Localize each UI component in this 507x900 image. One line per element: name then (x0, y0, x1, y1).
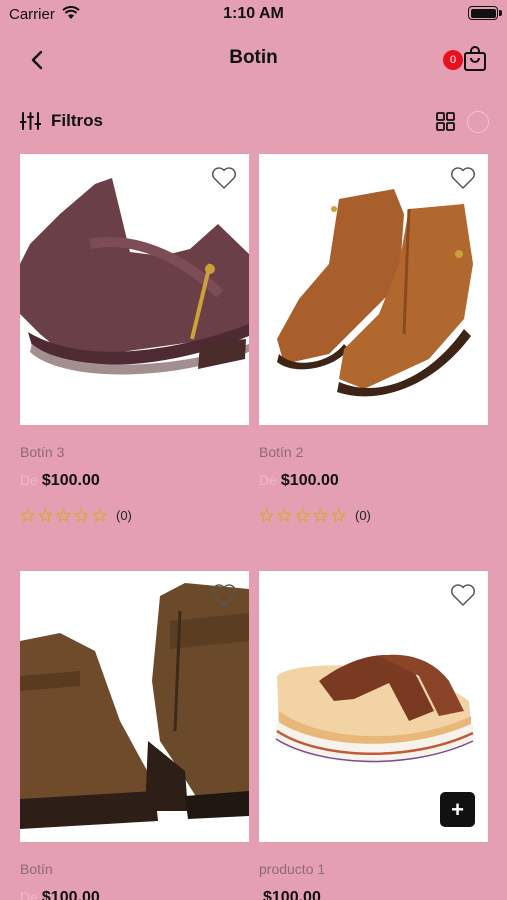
favorite-button[interactable] (211, 166, 237, 195)
star-icon (74, 507, 89, 522)
price-prefix: De (259, 472, 277, 488)
add-to-cart-button[interactable]: + (440, 792, 475, 827)
status-time: 1:10 AM (223, 5, 284, 22)
favorite-button[interactable] (450, 583, 476, 612)
price-prefix: De (20, 472, 38, 488)
star-icon (277, 507, 292, 522)
product-price: $100.00 (41, 889, 100, 900)
status-bar: Carrier 1:10 AM (0, 0, 507, 30)
navigation-bar: Botin 0 (0, 38, 507, 82)
star-icon (56, 507, 71, 522)
filter-bar: Filtros (0, 108, 507, 136)
page-title: Botin (229, 47, 278, 68)
product-card[interactable]: Botín 3 De $100.00 (0) (20, 154, 249, 534)
price-prefix: De (20, 889, 38, 900)
favorite-button[interactable] (211, 583, 237, 612)
price-row: De $100.00 (259, 472, 339, 490)
product-name[interactable]: Botín 2 (259, 444, 303, 460)
shopping-bag-icon (464, 46, 486, 71)
product-card[interactable]: Botín De $100.00 (20, 571, 249, 900)
plus-icon: + (451, 797, 464, 822)
star-icon (259, 507, 274, 522)
star-icon (313, 507, 328, 522)
favorite-button[interactable] (450, 166, 476, 195)
cart-count-badge: 0 (443, 50, 463, 70)
product-image (20, 154, 249, 425)
rating-count: (0) (355, 507, 371, 523)
heart-icon (451, 584, 475, 606)
price-row: De $100.00 (20, 472, 100, 490)
list-view-toggle[interactable] (467, 111, 489, 133)
cart-button[interactable] (463, 46, 487, 77)
sliders-icon[interactable] (19, 111, 42, 136)
product-card[interactable]: + producto 1 $100.00 (259, 571, 488, 900)
product-image (20, 571, 249, 842)
battery-icon (468, 6, 502, 20)
product-card[interactable]: Botín 2 De $100.00 (0) (259, 154, 488, 534)
price-row: $100.00 (259, 889, 321, 900)
star-icon (38, 507, 53, 522)
star-icon (20, 507, 35, 522)
price-row: De $100.00 (20, 889, 100, 900)
product-price: $100.00 (41, 472, 100, 489)
rating-count: (0) (116, 507, 132, 523)
filters-button[interactable]: Filtros (51, 111, 103, 131)
rating: (0) (259, 506, 371, 524)
heart-icon (451, 167, 475, 189)
product-image: + (259, 571, 488, 842)
heart-icon (212, 584, 236, 606)
star-icon (92, 507, 107, 522)
product-price: $100.00 (280, 472, 339, 489)
heart-icon (212, 167, 236, 189)
product-image (259, 154, 488, 425)
product-price: $100.00 (263, 889, 321, 900)
grid-view-icon[interactable] (436, 112, 455, 136)
product-name[interactable]: producto 1 (259, 861, 325, 877)
star-icon (295, 507, 310, 522)
product-name[interactable]: Botín 3 (20, 444, 64, 460)
product-name[interactable]: Botín (20, 861, 53, 877)
rating: (0) (20, 506, 132, 524)
star-icon (331, 507, 346, 522)
